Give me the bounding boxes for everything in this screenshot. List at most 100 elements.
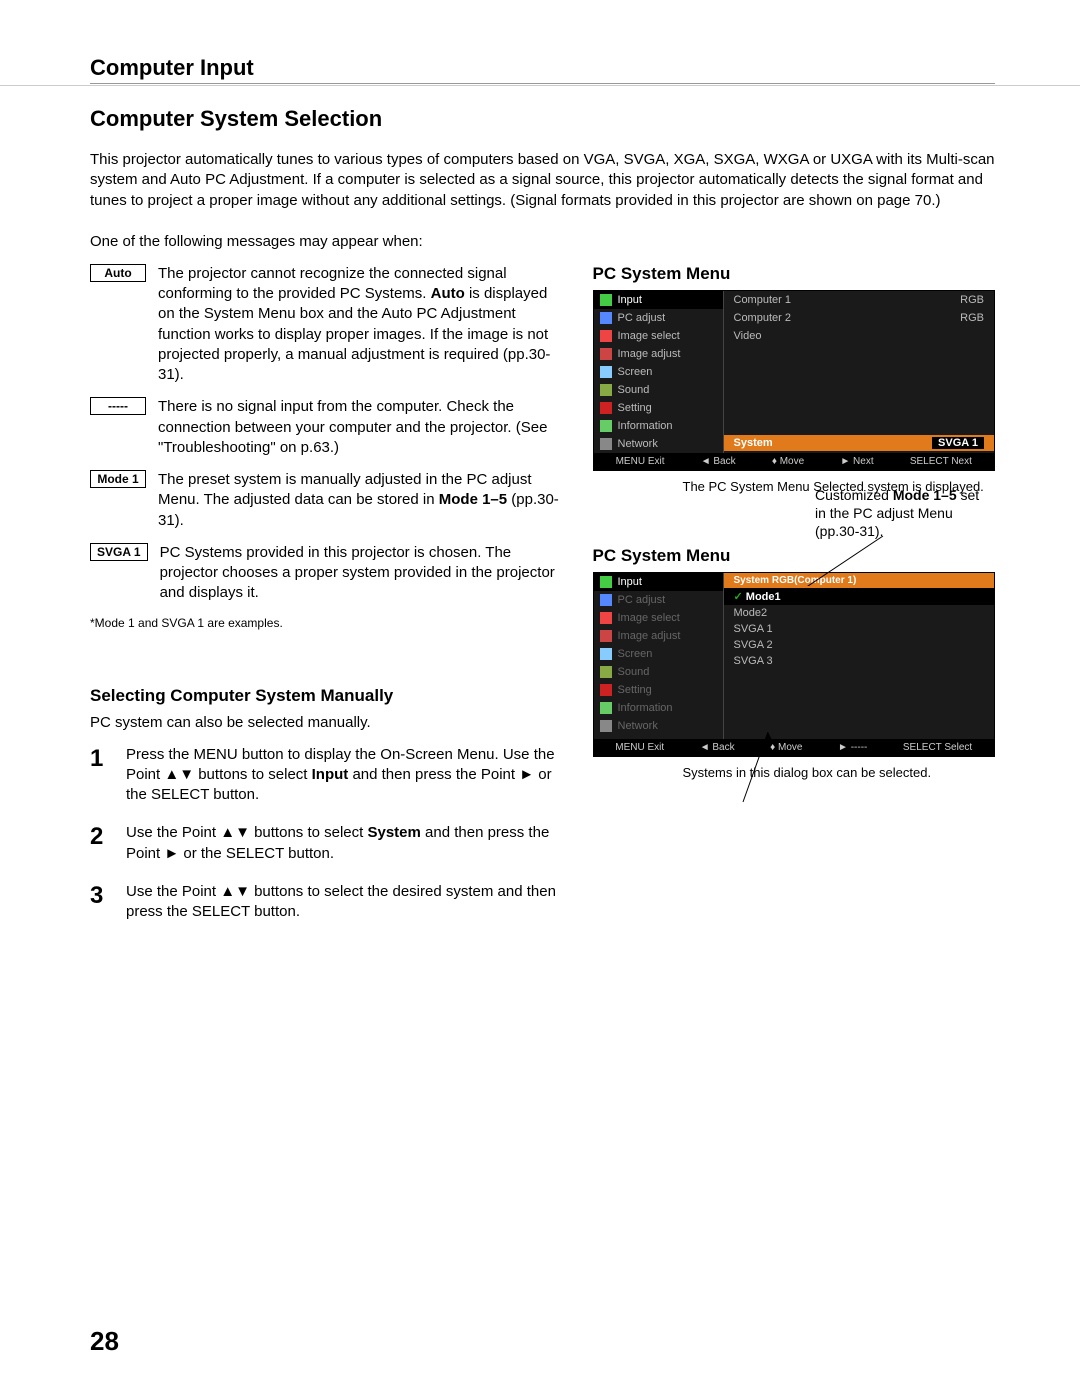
menu-item-icon	[600, 366, 612, 378]
two-column-layout: AutoThe projector cannot recognize the c…	[90, 264, 995, 941]
step-number: 3	[90, 882, 110, 910]
menu-item-label: Image adjust	[618, 630, 681, 642]
right-upper: PC System Menu Input PC adjust Image selec…	[593, 264, 996, 496]
osd-side-item: Setting	[594, 681, 723, 699]
message-row: -----There is no signal input from the c…	[90, 397, 563, 458]
footnote: *Mode 1 and SVGA 1 are examples.	[90, 616, 563, 630]
osd-input-row: Computer 1RGB	[724, 291, 995, 309]
lead-line: One of the following messages may appear…	[90, 233, 995, 250]
menu-item-label: PC adjust	[618, 312, 666, 324]
osd-side-item: Network	[594, 435, 723, 453]
page: Computer Input Computer System Selection…	[0, 0, 1080, 1397]
menu-item-label: Network	[618, 720, 658, 732]
menu-item-label: Setting	[618, 684, 652, 696]
osd-side-item: Network	[594, 717, 723, 735]
menu-item-icon	[600, 348, 612, 360]
osd-footer-2: MENU Exit◄ Back♦ Move► -----SELECT Selec…	[594, 739, 995, 756]
menu-item-label: Information	[618, 702, 673, 714]
menu-item-label: Setting	[618, 402, 652, 414]
menu-item-icon	[600, 630, 612, 642]
osd-sidebar: Input PC adjust Image select Image adjust Sc…	[594, 291, 724, 453]
menu-item-icon	[600, 612, 612, 624]
menu-item-icon	[600, 420, 612, 432]
osd-footer-item: SELECT Select	[903, 742, 972, 753]
osd-system-option: Mode1	[724, 588, 995, 605]
menu-item-icon	[600, 384, 612, 396]
osd-footer-item: ► Next	[840, 456, 873, 467]
step: 2 Use the Point ▲▼ buttons to select Syst…	[90, 823, 563, 864]
osd-side-item: Setting	[594, 399, 723, 417]
osd-side-item: Screen	[594, 363, 723, 381]
osd-footer-item: ◄ Back	[700, 742, 735, 753]
page-title: Computer System Selection	[90, 106, 995, 132]
menu-title-2: PC System Menu	[593, 546, 996, 566]
menu-item-icon	[600, 402, 612, 414]
osd-footer-item: ♦ Move	[772, 456, 804, 467]
step-number: 1	[90, 745, 110, 773]
message-tag: Mode 1	[90, 470, 146, 488]
message-row: AutoThe projector cannot recognize the c…	[90, 264, 563, 386]
left-column: AutoThe projector cannot recognize the c…	[90, 264, 563, 941]
step-number: 2	[90, 823, 110, 851]
step: 1 Press the MENU button to display the On…	[90, 745, 563, 806]
right-column: PC System Menu Input PC adjust Image selec…	[593, 264, 996, 941]
osd-side-item: Sound	[594, 663, 723, 681]
menu-item-icon	[600, 438, 612, 450]
osd-system-option: SVGA 2	[724, 637, 995, 653]
menu-item-icon	[600, 666, 612, 678]
osd-side-item: Information	[594, 417, 723, 435]
osd-side-item: PC adjust	[594, 591, 723, 609]
menu-item-label: Image select	[618, 330, 680, 342]
message-row: SVGA 1PC Systems provided in this projec…	[90, 543, 563, 604]
step-text: Use the Point ▲▼ buttons to select Syste…	[126, 823, 563, 864]
osd-side-item: Information	[594, 699, 723, 717]
right-lower: Customized Mode 1–5 set in the PC adjust…	[593, 546, 996, 782]
menu-item-label: Information	[618, 420, 673, 432]
menu-item-label: Input	[618, 576, 642, 588]
menu-item-icon	[600, 294, 612, 306]
osd-footer-item: ► -----	[838, 742, 867, 753]
osd-input-row: Video	[724, 327, 995, 345]
message-row: Mode 1 The preset system is manually adju…	[90, 470, 563, 531]
step: 3Use the Point ▲▼ buttons to select the …	[90, 882, 563, 923]
system-value: SVGA 1	[932, 437, 984, 449]
osd-footer-item: ♦ Move	[770, 742, 802, 753]
osd-sidebar-2: Input PC adjust Image select Image adjust Sc…	[594, 573, 724, 739]
message-text: The projector cannot recognize the conne…	[158, 264, 563, 386]
menu-item-icon	[600, 330, 612, 342]
message-text: The preset system is manually adjusted i…	[158, 470, 563, 531]
menu-item-label: Sound	[618, 666, 650, 678]
osd-side-item: Sound	[594, 381, 723, 399]
menu-item-icon	[600, 684, 612, 696]
osd-input-row: Computer 2RGB	[724, 309, 995, 327]
osd-screenshot-1: Input PC adjust Image select Image adjust Sc…	[593, 290, 996, 471]
menu-item-icon	[600, 702, 612, 714]
caption-2: Systems in this dialog box can be select…	[683, 765, 996, 782]
intro-paragraph: This projector automatically tunes to va…	[90, 150, 995, 211]
menu-item-icon	[600, 720, 612, 732]
osd-side-item: Image select	[594, 327, 723, 345]
osd-main: Computer 1RGBComputer 2RGBVideo System S…	[724, 291, 995, 453]
message-text: There is no signal input from the comput…	[158, 397, 563, 458]
osd-side-item: Input	[594, 573, 723, 591]
osd-screenshot-2: Input PC adjust Image select Image adjust Sc…	[593, 572, 996, 757]
menu-item-label: Image adjust	[618, 348, 681, 360]
osd-footer: MENU Exit◄ Back♦ Move► NextSELECT Next	[594, 453, 995, 470]
osd-system-option: SVGA 1	[724, 621, 995, 637]
osd-system-option: SVGA 3	[724, 653, 995, 669]
osd-side-item: Image adjust	[594, 627, 723, 645]
menu-item-label: Image select	[618, 612, 680, 624]
menu-item-label: Network	[618, 438, 658, 450]
osd-footer-item: MENU Exit	[616, 456, 665, 467]
osd-side-item: Screen	[594, 645, 723, 663]
osd-side-item: PC adjust	[594, 309, 723, 327]
osd-system-option: Mode2	[724, 605, 995, 621]
step-text: Press the MENU button to display the On-…	[126, 745, 563, 806]
menu-item-label: Input	[618, 294, 642, 306]
osd-side-item: Input	[594, 291, 723, 309]
page-number: 28	[90, 1326, 119, 1357]
menu-item-icon	[600, 312, 612, 324]
menu-title-1: PC System Menu	[593, 264, 996, 284]
menu-item-icon	[600, 594, 612, 606]
osd2-header: System RGB(Computer 1)	[724, 573, 995, 588]
